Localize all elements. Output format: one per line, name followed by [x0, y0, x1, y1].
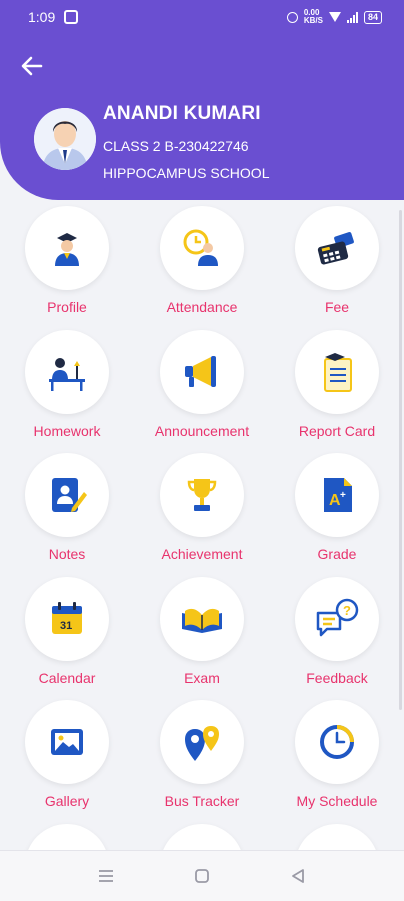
- schedule-clock-icon: [320, 725, 354, 759]
- status-bar: 1:09 0.00 KB/S 84: [0, 0, 404, 36]
- trophy-icon: [187, 479, 217, 511]
- menu-item-exam[interactable]: Exam: [135, 571, 269, 691]
- menu-item-fee[interactable]: Fee: [270, 200, 404, 320]
- menu-item-homework[interactable]: Homework: [0, 324, 134, 444]
- menu-lines-icon[interactable]: [94, 865, 118, 887]
- clock-person-icon: [183, 229, 218, 266]
- menu-label: Fee: [324, 299, 350, 315]
- menu-label: Homework: [33, 423, 101, 439]
- menu-label: Bus Tracker: [164, 793, 240, 809]
- signal-icon: [346, 11, 358, 23]
- menu-item-grade[interactable]: A + Grade: [270, 447, 404, 567]
- menu-label: My Schedule: [296, 793, 378, 809]
- megaphone-icon: [185, 356, 216, 387]
- vibrate-icon: [286, 11, 298, 23]
- svg-text:?: ?: [343, 603, 351, 618]
- menu-item-calendar[interactable]: 31 Calendar: [0, 571, 134, 691]
- calculator-money-icon: [317, 232, 354, 265]
- profile-header: ANANDI KUMARI CLASS 2 B-230422746 HIPPOC…: [0, 36, 404, 200]
- menu-label: Calendar: [38, 670, 96, 686]
- study-desk-icon: [49, 358, 85, 391]
- notebook-pencil-icon: [52, 478, 87, 512]
- scrollbar[interactable]: [399, 210, 402, 710]
- report-card-icon: [324, 353, 352, 392]
- network-speed: 0.00 KB/S: [303, 8, 323, 25]
- status-icons: 0.00 KB/S 84: [286, 8, 382, 25]
- menu-label: Feedback: [306, 670, 368, 686]
- menu-item-report-card[interactable]: Report Card: [270, 324, 404, 444]
- menu-item-notes[interactable]: Notes: [0, 447, 134, 567]
- gallery-image-icon: [51, 729, 83, 755]
- menu-item-bus-tracker[interactable]: Bus Tracker: [135, 694, 269, 814]
- open-book-icon: [182, 608, 222, 633]
- student-school: HIPPOCAMPUS SCHOOL: [103, 165, 270, 181]
- avatar: [34, 108, 96, 170]
- menu-item-my-schedule[interactable]: My Schedule: [270, 694, 404, 814]
- system-nav-bar: [0, 850, 404, 901]
- status-time: 1:09: [28, 9, 56, 25]
- menu-item-partial[interactable]: [135, 818, 269, 850]
- menu-label: Grade: [317, 546, 357, 562]
- menu-item-announcement[interactable]: Announcement: [135, 324, 269, 444]
- student-name: ANANDI KUMARI: [103, 103, 261, 124]
- menu-label: Attendance: [166, 299, 238, 315]
- svg-text:31: 31: [60, 620, 72, 632]
- menu-label: Gallery: [44, 793, 90, 809]
- menu-item-feedback[interactable]: ? Feedback: [270, 571, 404, 691]
- menu-item-gallery[interactable]: Gallery: [0, 694, 134, 814]
- menu-label: Announcement: [154, 423, 250, 439]
- menu-label: Profile: [47, 299, 87, 315]
- graduate-student-icon: [55, 233, 79, 266]
- student-class: CLASS 2 B-230422746: [103, 138, 249, 154]
- menu-item-partial[interactable]: [0, 818, 134, 850]
- battery-icon: 84: [363, 10, 382, 24]
- home-square-icon[interactable]: [190, 865, 214, 887]
- triangle-back-icon[interactable]: [286, 865, 310, 887]
- menu-label: Report Card: [298, 423, 376, 439]
- menu-item-partial[interactable]: [270, 818, 404, 850]
- map-pins-icon: [185, 726, 219, 761]
- menu-item-achievement[interactable]: Achievement: [135, 447, 269, 567]
- menu-item-profile[interactable]: Profile: [0, 200, 134, 320]
- menu-label: Exam: [184, 670, 220, 686]
- notification-app-icon: [64, 10, 78, 24]
- menu-grid: Profile Attendance Fee Homework Announce…: [0, 200, 404, 850]
- calendar-icon: 31: [52, 602, 82, 634]
- grade-a-plus-icon: A +: [324, 478, 352, 512]
- wifi-icon: [328, 12, 341, 22]
- svg-text:+: +: [340, 490, 346, 501]
- menu-label: Achievement: [161, 546, 243, 562]
- chat-question-icon: ?: [316, 598, 359, 637]
- menu-label: Notes: [48, 546, 86, 562]
- arrow-left-icon[interactable]: [16, 50, 48, 82]
- menu-item-attendance[interactable]: Attendance: [135, 200, 269, 320]
